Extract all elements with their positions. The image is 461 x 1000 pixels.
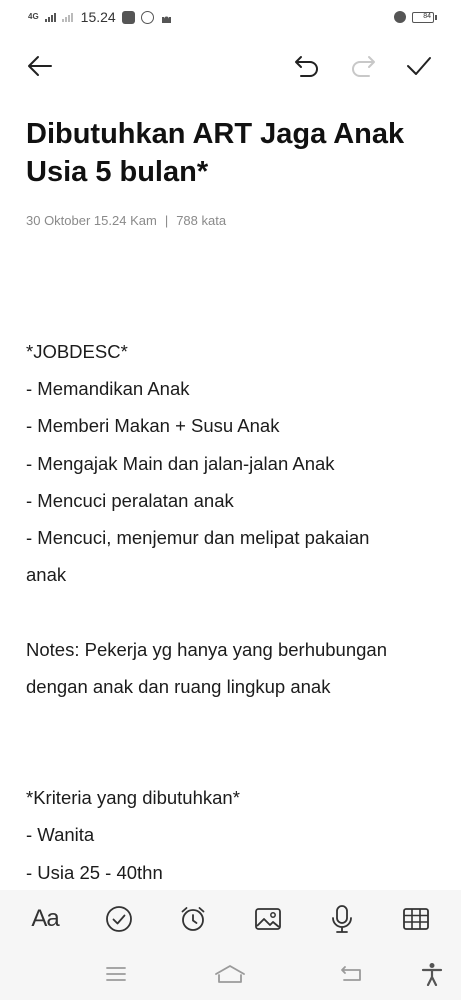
home-icon (215, 965, 245, 983)
note-line: - Usia 25 - 40thn (26, 861, 163, 883)
home-button[interactable] (212, 956, 248, 992)
undo-button[interactable] (285, 44, 329, 88)
note-line (26, 742, 436, 779)
alarm-clock-icon (181, 907, 205, 931)
note-line: - Mencuci, menjemur dan melipat pakaian (26, 526, 370, 548)
note-date: 30 Oktober 15.24 Kam (26, 213, 157, 228)
image-button[interactable] (246, 897, 290, 941)
note-line (26, 593, 436, 630)
table-button[interactable] (394, 897, 438, 941)
note-line: - Mencuci peralatan anak (26, 489, 234, 511)
battery-icon: 84 (412, 11, 437, 23)
note-line: - Wanita (26, 824, 95, 846)
whatsapp-icon (140, 10, 154, 24)
microphone-icon (331, 905, 352, 933)
note-line: *JOBDESC* (26, 341, 128, 362)
checklist-button[interactable] (97, 897, 141, 941)
status-left: 4G 15.24 (28, 9, 173, 25)
signal-2-icon (61, 12, 73, 22)
menu-icon (106, 967, 126, 981)
note-meta: 30 Oktober 15.24 Kam | 788 kata (26, 213, 226, 228)
note-line: - Memandikan Anak (26, 378, 190, 400)
mosque-icon (160, 11, 173, 24)
system-back-button[interactable] (334, 956, 370, 992)
checkmark-icon (407, 57, 431, 75)
status-right: 84 (394, 11, 437, 23)
accessibility-button[interactable] (414, 956, 450, 992)
alarm-status-icon (394, 11, 406, 23)
battery-level: 84 (423, 12, 431, 20)
note-line (26, 705, 436, 742)
accessibility-icon (421, 963, 443, 986)
undo-icon (295, 56, 318, 77)
note-toolbar (0, 44, 461, 88)
checklist-icon (106, 906, 133, 932)
status-bar: 4G 15.24 84 (0, 0, 461, 36)
recent-apps-button[interactable] (98, 956, 134, 992)
text-format-label: Aa (31, 905, 59, 932)
editor-toolbar: Aa (0, 890, 461, 948)
redo-icon (352, 56, 375, 77)
back-icon (341, 966, 361, 981)
facebook-icon (121, 10, 135, 24)
table-icon (402, 908, 429, 930)
note-word-count: 788 kata (176, 213, 227, 228)
system-nav-bar (0, 948, 461, 1000)
voice-button[interactable] (320, 897, 364, 941)
back-arrow-icon (28, 56, 52, 76)
note-line: Notes: Pekerja yg hanya yang berhubungan (26, 638, 388, 660)
done-button[interactable] (397, 44, 441, 88)
note-line: dengan anak dan ruang lingkup anak (26, 675, 331, 697)
status-time: 15.24 (80, 9, 116, 25)
note-title[interactable]: Dibutuhkan ART Jaga Anak Usia 5 bulan* (26, 115, 436, 191)
image-icon (254, 908, 281, 930)
text-format-button[interactable]: Aa (23, 897, 67, 941)
note-line: anak (26, 564, 67, 586)
note-line: *Kriteria yang dibutuhkan* (26, 787, 240, 809)
network-type: 4G (28, 12, 39, 21)
meta-separator: | (164, 213, 169, 228)
note-line: - Memberi Makan + Susu Anak (26, 415, 280, 437)
note-body[interactable]: *JOBDESC* - Memandikan Anak - Memberi Ma… (26, 333, 436, 891)
redo-button[interactable] (341, 44, 385, 88)
back-button[interactable] (18, 44, 62, 88)
reminder-button[interactable] (171, 897, 215, 941)
note-line: - Mengajak Main dan jalan-jalan Anak (26, 452, 335, 474)
signal-icon (44, 12, 56, 22)
